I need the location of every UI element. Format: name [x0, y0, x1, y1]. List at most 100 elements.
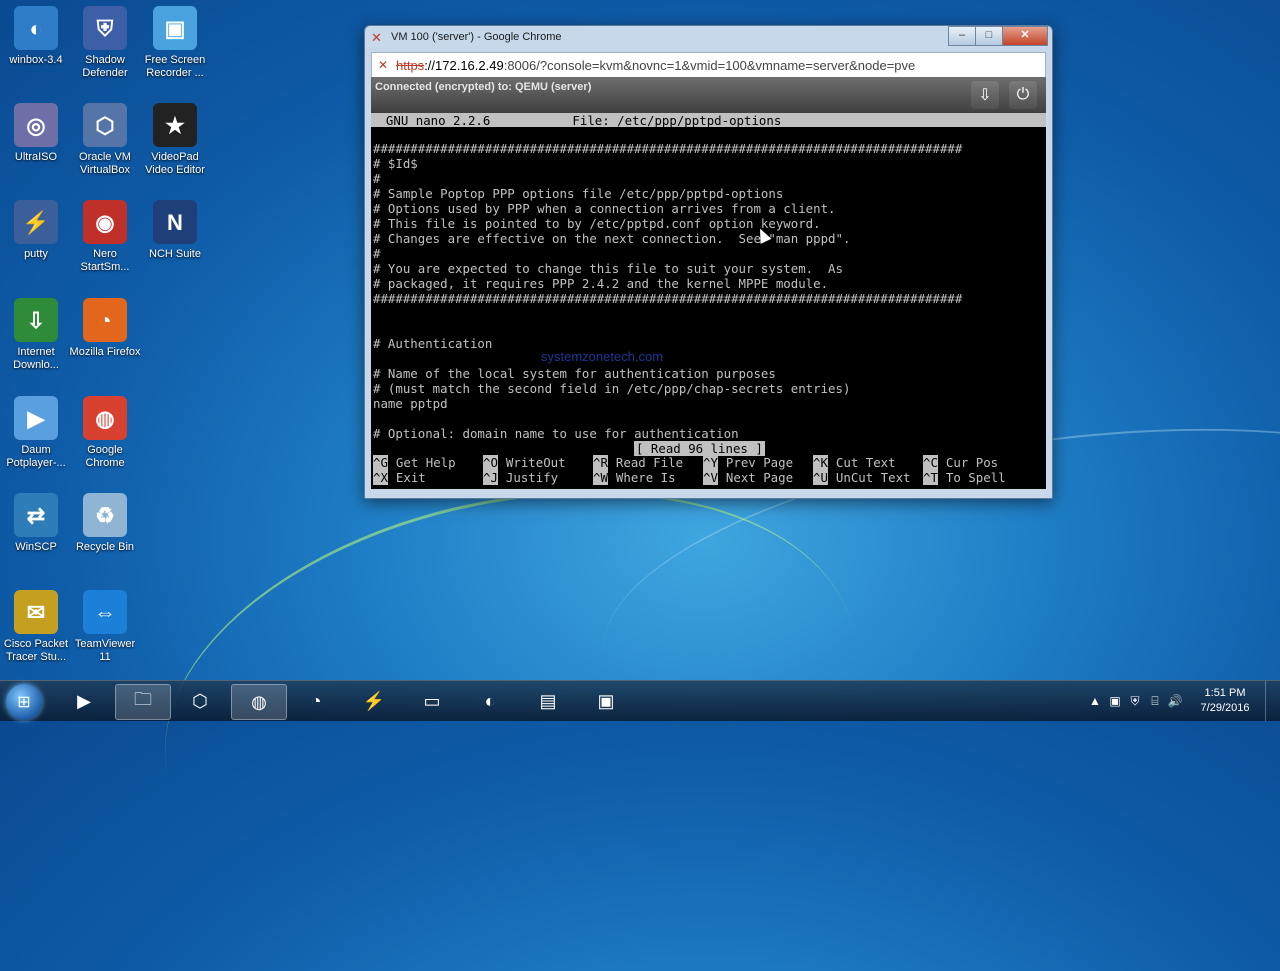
desktop-icon-teamviewer[interactable]: ⇔ TeamViewer 11 [69, 590, 141, 664]
desktop-icon-label: Nero StartSm... [80, 248, 130, 273]
desktop-icon-label: NCH Suite [149, 248, 201, 260]
shortcut-key: ^U [813, 470, 828, 485]
nano-buffer[interactable]: ########################################… [373, 141, 962, 441]
network-icon[interactable]: ⌸ [1145, 694, 1165, 709]
cisco-packet-tracer-icon: ✉ [14, 590, 58, 634]
shortcut-key: ^O [483, 455, 498, 470]
taskbar-media-player[interactable]: ▶ [57, 684, 111, 718]
desktop-icon-nch-suite[interactable]: N NCH Suite [139, 200, 211, 261]
winbox-icon: ◐ [484, 690, 496, 711]
desktop-icon-ultraiso[interactable]: ◎ UltraISO [0, 103, 72, 164]
desktop-icon-potplayer[interactable]: ▶ Daum Potplayer-... [0, 396, 72, 470]
connection-status: Connected (encrypted) to: QEMU (server) [375, 81, 592, 93]
desktop-icon-putty[interactable]: ⚡ putty [0, 200, 72, 261]
nano-status-message: [ Read 96 lines ] [634, 441, 765, 456]
desktop-icon-nero[interactable]: ◉ Nero StartSm... [69, 200, 141, 274]
chrome-window[interactable]: ✕ VM 100 ('server') - Google Chrome – □ … [364, 25, 1053, 499]
shortcut-read-file: ^R Read File [593, 455, 703, 470]
proxmox-favicon-icon: ✕ [371, 30, 382, 45]
title-bar[interactable]: ✕ VM 100 ('server') - Google Chrome – □ … [365, 26, 1052, 50]
url-text[interactable]: https://172.16.2.49:8006/?console=kvm&no… [396, 58, 915, 73]
desktop-icon-free-screen-recorder[interactable]: ▣ Free Screen Recorder ... [139, 6, 211, 80]
buffer-line [373, 306, 962, 321]
desktop-icon-label: Cisco Packet Tracer Stu... [3, 638, 69, 663]
shortcut-key: ^Y [703, 455, 718, 470]
firefox-icon: ◔ [83, 298, 127, 342]
taskbar-virtualbox[interactable]: ⬡ [173, 684, 227, 718]
close-button[interactable]: ✕ [1002, 26, 1048, 46]
desktop-icon-virtualbox[interactable]: ⬡ Oracle VM VirtualBox [69, 103, 141, 177]
desktop-icon-shadow-defender[interactable]: ⛨ Shadow Defender [69, 6, 141, 80]
shield-tray-icon[interactable]: ⛨ [1125, 694, 1145, 709]
desktop-icon-videopad[interactable]: ★ VideoPad Video Editor [139, 103, 211, 177]
internet-download-manager-icon: ⇩ [14, 298, 58, 342]
maximize-button[interactable]: □ [975, 26, 1003, 46]
shortcut-exit: ^X Exit [373, 470, 483, 485]
taskbar-firefox[interactable]: ◔ [289, 684, 343, 718]
shortcut-label: Prev Page [725, 455, 794, 470]
taskbar-putty[interactable]: ⚡ [347, 684, 401, 718]
buffer-line: # packaged, it requires PPP 2.4.2 and th… [373, 276, 829, 291]
show-hidden-icons-icon[interactable]: ▲ [1085, 694, 1105, 708]
shortcut-label: Next Page [725, 470, 794, 485]
desktop-icon-label: Internet Downlo... [13, 346, 59, 371]
shortcut-key: ^T [923, 470, 938, 485]
taskbar-cmd[interactable]: ▭ [405, 684, 459, 718]
power-icon[interactable]: ⏻ [1009, 81, 1037, 109]
desktop-icon-label: Mozilla Firefox [69, 346, 141, 358]
system-tray: ▲ ▣ ⛨ ⌸ 🔊 1:51 PM 7/29/2016 [1085, 681, 1280, 721]
show-desktop-button[interactable] [1265, 681, 1280, 721]
taskbar-file-explorer[interactable]: 🗀 [115, 684, 171, 720]
buffer-line [373, 351, 962, 366]
desktop-icon-label: Google Chrome [85, 444, 125, 469]
chrome-icon: ◍ [83, 396, 127, 440]
buffer-line: ########################################… [373, 141, 963, 156]
shortcut-label: Cut Text [835, 455, 896, 470]
desktop-icon-firefox[interactable]: ◔ Mozilla Firefox [69, 298, 141, 359]
vnc-console[interactable]: GNU nano 2.2.6 File: /etc/ppp/pptpd-opti… [371, 113, 1046, 489]
desktop-icon-internet-download-manager[interactable]: ⇩ Internet Downlo... [0, 298, 72, 372]
nano-shortcuts: ^G Get Help ^O WriteOut ^R Read File ^Y Prev Pa… [373, 455, 1033, 485]
desktop-icon-label: TeamViewer 11 [74, 638, 136, 663]
virtualbox-icon: ⬡ [192, 690, 208, 711]
shortcut-cur-pos: ^C Cur Pos [923, 455, 1033, 470]
shortcut-writeout: ^O WriteOut [483, 455, 593, 470]
desktop-icon-label: Daum Potplayer-... [6, 444, 66, 469]
taskbar-winbox[interactable]: ◐ [463, 684, 517, 718]
nero-icon: ◉ [83, 200, 127, 244]
send-keys-icon[interactable]: ⇩ [971, 81, 999, 109]
screen-recorder-tray-icon[interactable]: ▣ [1105, 694, 1125, 708]
shortcut-key: ^C [923, 455, 938, 470]
nch-suite-icon: N [153, 200, 197, 244]
address-bar[interactable]: ✕ https://172.16.2.49:8006/?console=kvm&… [371, 52, 1046, 78]
taskbar-chrome[interactable]: ◍ [231, 684, 287, 720]
desktop-icon-recycle-bin[interactable]: ♻ Recycle Bin [69, 493, 141, 554]
clock[interactable]: 1:51 PM 7/29/2016 [1185, 686, 1265, 716]
desktop-icon-label: Recycle Bin [75, 541, 135, 553]
putty-icon: ⚡ [14, 200, 58, 244]
shortcut-next-page: ^V Next Page [703, 470, 813, 485]
notepad-icon: ▤ [539, 690, 557, 711]
desktop-icon-winbox[interactable]: ◐ winbox-3.4 [0, 6, 72, 67]
start-button[interactable]: ⊞ [6, 684, 42, 720]
desktop-icon-winscp[interactable]: ⇄ WinSCP [0, 493, 72, 554]
desktop-icon-cisco-packet-tracer[interactable]: ✉ Cisco Packet Tracer Stu... [0, 590, 72, 664]
minimize-button[interactable]: – [948, 26, 976, 46]
winscp-icon: ⇄ [14, 493, 58, 537]
clock-date: 7/29/2016 [1200, 702, 1250, 714]
shortcut-label: Cur Pos [945, 455, 999, 470]
shortcut-key: ^G [373, 455, 388, 470]
clock-time: 1:51 PM [1204, 687, 1246, 699]
url-scheme: https [396, 58, 425, 73]
insecure-lock-icon[interactable]: ✕ [378, 58, 388, 72]
buffer-line: # Optional: domain name to use for authe… [373, 426, 739, 441]
desktop-icon-label: winbox-3.4 [9, 54, 63, 66]
shortcut-key: ^K [813, 455, 828, 470]
buffer-line: # This file is pointed to by /etc/pptpd.… [373, 216, 821, 231]
taskbar-notepad[interactable]: ▤ [521, 684, 575, 718]
volume-icon[interactable]: 🔊 [1165, 694, 1185, 708]
taskbar-screen-recorder[interactable]: ▣ [579, 684, 633, 718]
shortcut-key: ^R [593, 455, 608, 470]
shortcut-key: ^X [373, 470, 388, 485]
desktop-icon-chrome[interactable]: ◍ Google Chrome [69, 396, 141, 470]
